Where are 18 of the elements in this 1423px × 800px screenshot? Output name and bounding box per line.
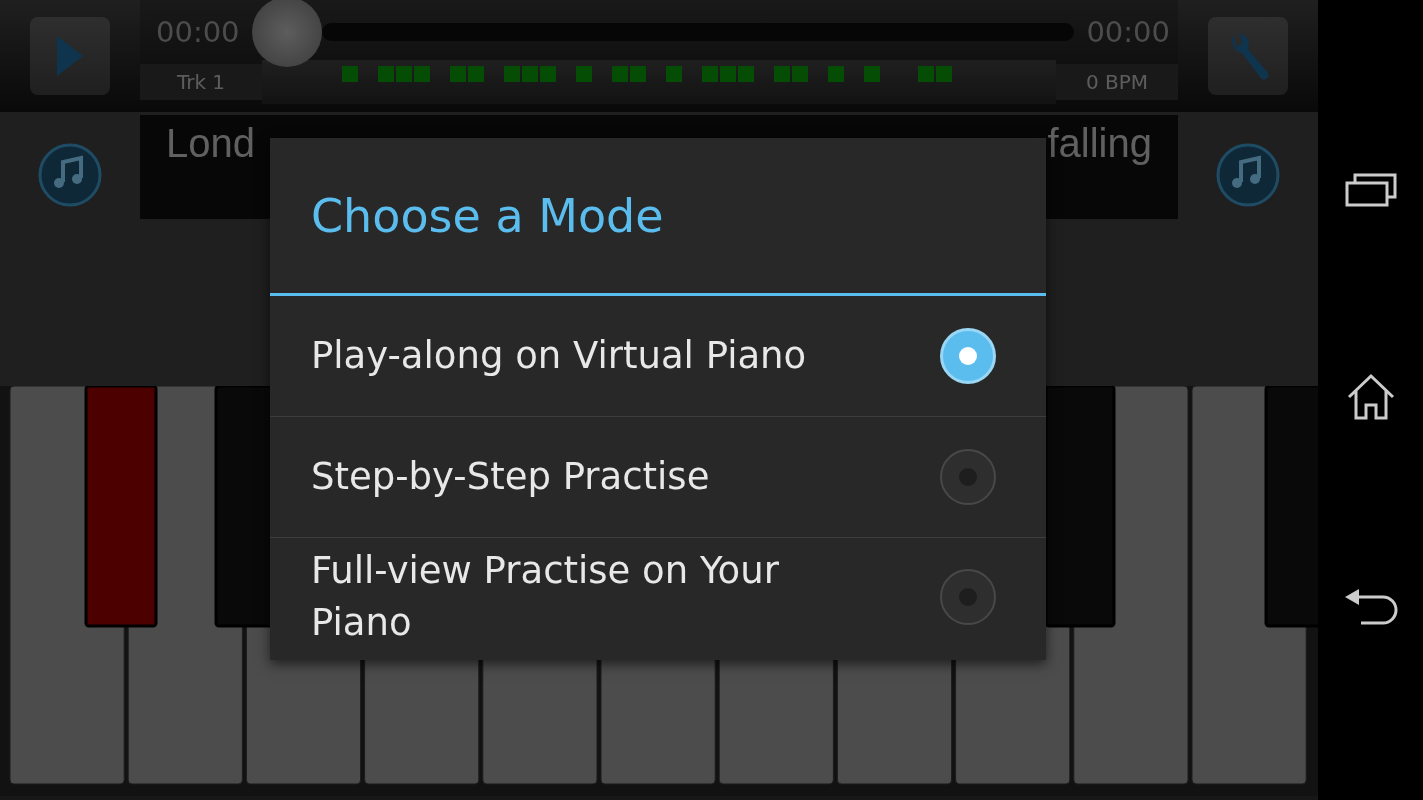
radio-button[interactable] [940,569,996,625]
music-note-icon [1215,142,1281,208]
dialog-title: Choose a Mode [270,138,1046,296]
mode-option[interactable]: Play-along on Virtual Piano [270,296,1046,417]
tempo-label: 0 BPM [1084,70,1150,94]
slider-track[interactable] [321,23,1075,41]
lyrics-text: falling [1047,121,1152,166]
mode-option[interactable]: Step-by-Step Practise [270,417,1046,538]
elapsed-time: 00:00 [156,15,240,49]
music-note-icon [37,142,103,208]
play-icon [57,36,83,76]
recent-apps-icon[interactable] [1344,173,1397,207]
radio-button[interactable] [940,449,996,505]
track-label: Trk 1 [175,70,227,94]
total-time: 00:00 [1086,15,1170,49]
lyrics-text: Lond [166,121,255,166]
mode-option[interactable]: Full-view Practise on Your Piano [270,538,1046,656]
home-icon[interactable] [1345,373,1396,421]
